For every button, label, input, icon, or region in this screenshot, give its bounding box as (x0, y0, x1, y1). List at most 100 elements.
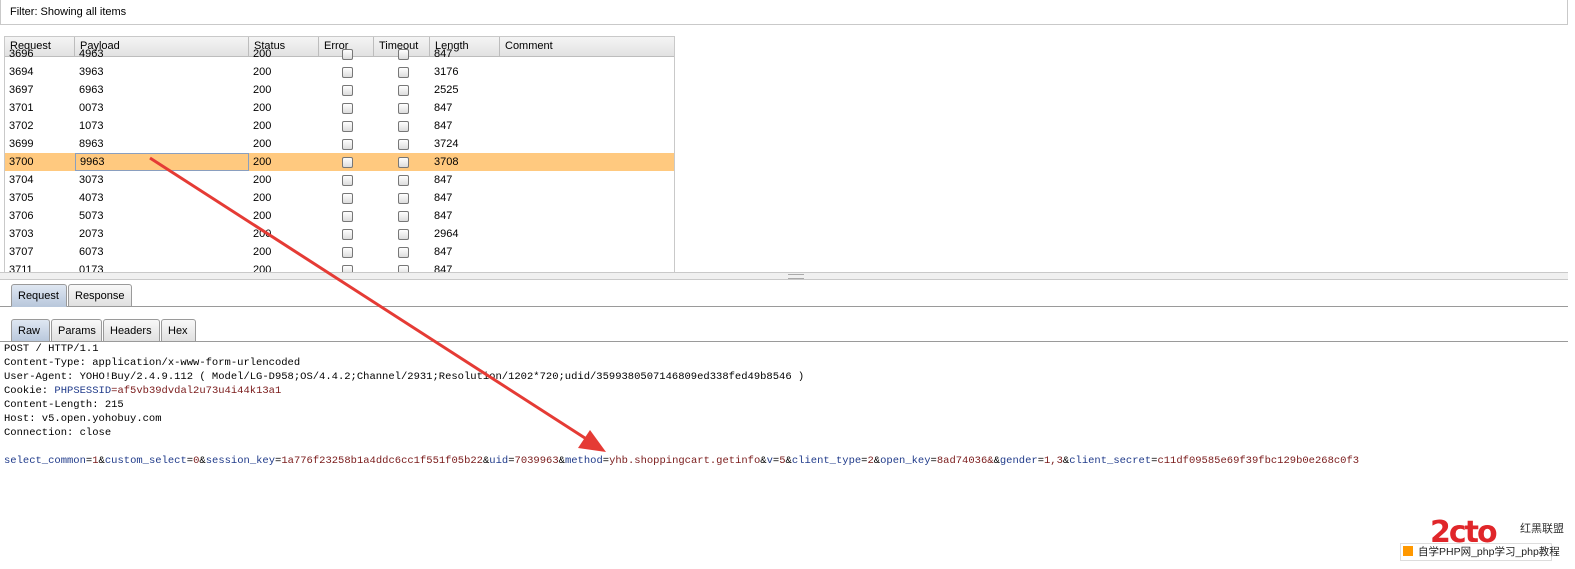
error-checkbox[interactable] (342, 247, 353, 258)
timeout-checkbox[interactable] (398, 247, 409, 258)
param-key: v (766, 455, 773, 467)
header-user-agent: User-Agent: YOHO!Buy/2.4.9.112 ( Model/L… (4, 371, 805, 383)
payload-cell: 4073 (79, 192, 104, 204)
timeout-checkbox[interactable] (398, 103, 409, 114)
length-cell: 847 (434, 174, 453, 186)
error-checkbox[interactable] (342, 175, 353, 186)
results-table[interactable]: Request Payload Status Error Timeout Len… (4, 36, 675, 274)
length-cell: 2525 (434, 84, 459, 96)
param-key: client_secret (1069, 455, 1152, 467)
tab-headers[interactable]: Headers (103, 319, 160, 342)
table-row[interactable]: 3702 1073 200 847 (5, 117, 674, 135)
table-row[interactable]: 3700 9963 200 3708 (5, 153, 674, 171)
table-row[interactable]: 3694 3963 200 3176 (5, 63, 674, 81)
error-checkbox[interactable] (342, 139, 353, 150)
param-value: 8ad74036& (936, 455, 994, 467)
tab-hex[interactable]: Hex (161, 319, 196, 342)
request-cell: 3697 (9, 84, 34, 96)
length-cell: 847 (434, 246, 453, 258)
error-checkbox[interactable] (342, 121, 353, 132)
status-cell: 200 (253, 192, 272, 204)
tab-request[interactable]: Request (11, 284, 67, 307)
param-key: gender (999, 455, 1038, 467)
param-key: open_key (880, 455, 931, 467)
param-value: 0 (193, 455, 200, 467)
watermark: 2cto 红黑联盟 自学PHP网_php学习_php教程 (1400, 518, 1570, 566)
raw-request-editor[interactable]: POST / HTTP/1.1 Content-Type: applicatio… (0, 341, 1568, 569)
cookie-value: =af5vb39dvdal2u73u4i44k13a1 (111, 385, 282, 397)
length-cell: 847 (434, 210, 453, 222)
timeout-checkbox[interactable] (398, 229, 409, 240)
error-checkbox[interactable] (342, 49, 353, 60)
timeout-checkbox[interactable] (398, 193, 409, 204)
param-key: select_common (4, 455, 86, 467)
request-cell: 3703 (9, 228, 34, 240)
payload-cell: 3073 (79, 174, 104, 186)
status-cell: 200 (253, 174, 272, 186)
timeout-checkbox[interactable] (398, 49, 409, 60)
timeout-checkbox[interactable] (398, 157, 409, 168)
length-cell: 847 (434, 192, 453, 204)
header-host: Host: v5.open.yohobuy.com (4, 413, 162, 425)
error-checkbox[interactable] (342, 67, 353, 78)
payload-cell: 5073 (79, 210, 104, 222)
error-checkbox[interactable] (342, 85, 353, 96)
param-value: c11df09585e69f39fbc129b0e268c0f3 (1157, 455, 1360, 467)
table-row[interactable]: 3696 4963 200 847 (5, 45, 674, 63)
error-checkbox[interactable] (342, 103, 353, 114)
payload-cell: 6073 (79, 246, 104, 258)
status-cell: 200 (253, 84, 272, 96)
pane-divider[interactable] (0, 272, 1568, 280)
watermark-badge-icon (1403, 546, 1413, 556)
header-content-length: Content-Length: 215 (4, 399, 124, 411)
tab-params[interactable]: Params (51, 319, 102, 342)
table-row[interactable]: 3705 4073 200 847 (5, 189, 674, 207)
table-row[interactable]: 3701 0073 200 847 (5, 99, 674, 117)
payload-cell: 8963 (79, 138, 104, 150)
param-key: session_key (205, 455, 276, 467)
error-checkbox[interactable] (342, 229, 353, 240)
timeout-checkbox[interactable] (398, 121, 409, 132)
timeout-checkbox[interactable] (398, 175, 409, 186)
tab-raw[interactable]: Raw (11, 319, 50, 342)
timeout-checkbox[interactable] (398, 85, 409, 96)
table-row[interactable]: 3704 3073 200 847 (5, 171, 674, 189)
status-cell: 200 (253, 48, 272, 60)
timeout-checkbox[interactable] (398, 67, 409, 78)
payload-cell: 2073 (79, 228, 104, 240)
table-row[interactable]: 3706 5073 200 847 (5, 207, 674, 225)
request-cell: 3702 (9, 120, 34, 132)
timeout-checkbox[interactable] (398, 139, 409, 150)
request-cell: 3707 (9, 246, 34, 258)
error-checkbox[interactable] (342, 193, 353, 204)
watermark-text: 自学PHP网_php学习_php教程 (1418, 546, 1560, 558)
timeout-checkbox[interactable] (398, 211, 409, 222)
param-key: method (564, 455, 603, 467)
param-key: custom_select (104, 455, 187, 467)
status-cell: 200 (253, 120, 272, 132)
request-cell: 3706 (9, 210, 34, 222)
request-cell: 3704 (9, 174, 34, 186)
header-cookie: Cookie: PHPSESSID=af5vb39dvdal2u73u4i44k… (4, 385, 281, 397)
length-cell: 847 (434, 48, 453, 60)
error-checkbox[interactable] (342, 211, 353, 222)
divider-grip[interactable] (788, 274, 804, 279)
param-value: yhb.shoppingcart.getinfo (609, 455, 761, 467)
header-content-type: Content-Type: application/x-www-form-url… (4, 357, 301, 369)
tab-response[interactable]: Response (68, 284, 132, 307)
error-checkbox[interactable] (342, 157, 353, 168)
status-cell: 200 (253, 66, 272, 78)
filter-bar[interactable]: Filter: Showing all items (0, 0, 1568, 25)
payload-cell: 1073 (79, 120, 104, 132)
payload-cell: 6963 (79, 84, 104, 96)
table-row[interactable]: 3697 6963 200 2525 (5, 81, 674, 99)
status-cell: 200 (253, 228, 272, 240)
param-value: 2 (867, 455, 874, 467)
table-row[interactable]: 3707 6073 200 847 (5, 243, 674, 261)
param-value: 1,3 (1044, 455, 1063, 467)
cookie-label: Cookie: (4, 385, 55, 397)
table-row[interactable]: 3703 2073 200 2964 (5, 225, 674, 243)
filter-label: Filter: Showing all items (10, 6, 127, 18)
table-row[interactable]: 3699 8963 200 3724 (5, 135, 674, 153)
param-value: 1 (92, 455, 99, 467)
